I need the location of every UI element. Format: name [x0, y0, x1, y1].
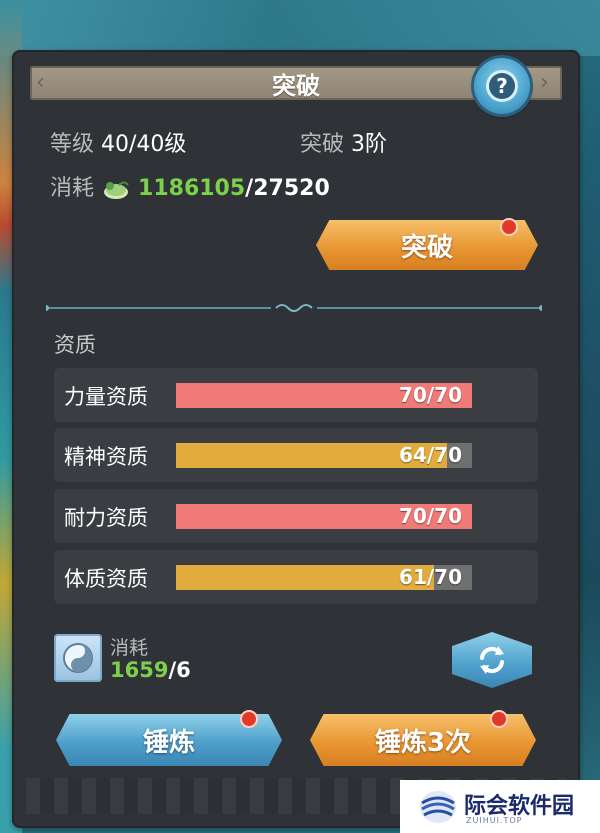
refine-button-label: 锤炼	[142, 727, 195, 758]
aptitude-bar-fill	[176, 565, 434, 590]
cost-have-amount: 1186105	[138, 176, 246, 201]
title-right-ornament-icon: ›	[540, 70, 549, 95]
breakthrough-button-label: 突破	[400, 232, 453, 263]
site-watermark: 际会软件园 ZUIHUI.TOP	[400, 780, 600, 833]
aptitude-value: 70/70	[399, 383, 462, 407]
refine-cost-have: 1659	[110, 658, 169, 682]
aptitude-row-constitution: 体质资质 61/70	[54, 550, 538, 604]
refine-cost-need: /6	[168, 658, 191, 682]
cost-label: 消耗	[50, 176, 95, 201]
panel-title: 突破	[272, 71, 320, 100]
help-button[interactable]: ?	[474, 58, 530, 114]
refine-three-notification-dot	[492, 712, 506, 726]
question-mark-icon: ?	[489, 73, 515, 99]
refine-cost-label-row: 消耗	[110, 633, 148, 660]
refine-three-times-label: 锤炼3次	[374, 727, 472, 758]
stage-value: 3阶	[351, 132, 388, 157]
refresh-icon	[480, 646, 504, 674]
aptitude-name: 力量资质	[64, 385, 148, 409]
aptitude-row-endurance: 耐力资质 70/70	[54, 489, 538, 543]
level-label: 等级	[50, 132, 95, 157]
breakthrough-panel: ‹ 突破 › ? 等级 40/40级 突破 3阶 消耗 1186105/2752…	[12, 50, 580, 828]
level-row: 等级 40/40级	[50, 126, 186, 158]
refine-cost-label: 消耗	[110, 637, 149, 659]
aptitude-value: 61/70	[399, 565, 462, 589]
level-value: 40/40级	[101, 132, 187, 157]
aptitude-bar: 64/70	[176, 443, 472, 468]
stage-label: 突破	[300, 132, 345, 157]
yin-yang-orb-icon	[54, 634, 102, 682]
watermark-subtext: ZUIHUI.TOP	[466, 816, 523, 825]
aptitude-bar: 70/70	[176, 383, 472, 408]
aptitude-name: 耐力资质	[64, 506, 148, 530]
aptitude-value: 64/70	[399, 443, 462, 467]
cost-need-amount: /27520	[245, 176, 330, 201]
refine-cost-amount-row: 1659/6	[110, 658, 191, 682]
breakthrough-notification-dot	[502, 220, 516, 234]
aptitude-row-spirit: 精神资质 64/70	[54, 428, 538, 482]
refresh-button[interactable]	[452, 632, 532, 688]
aptitude-name: 精神资质	[64, 445, 148, 469]
breakthrough-cost-row: 消耗 1186105/27520	[50, 170, 330, 202]
section-divider	[43, 298, 545, 312]
stage-row: 突破 3阶	[300, 126, 387, 158]
aptitude-bar: 61/70	[176, 565, 472, 590]
aptitude-section-label: 资质	[54, 333, 96, 357]
aptitude-value: 70/70	[399, 504, 462, 528]
title-left-ornament-icon: ‹	[36, 70, 45, 95]
aptitude-bar: 70/70	[176, 504, 472, 529]
aptitude-name: 体质资质	[64, 567, 148, 591]
watermark-logo-icon	[420, 791, 456, 823]
dragon-coin-icon	[101, 177, 131, 201]
aptitude-row-strength: 力量资质 70/70	[54, 368, 538, 422]
refine-notification-dot	[242, 712, 256, 726]
background-scene-top	[0, 0, 600, 56]
